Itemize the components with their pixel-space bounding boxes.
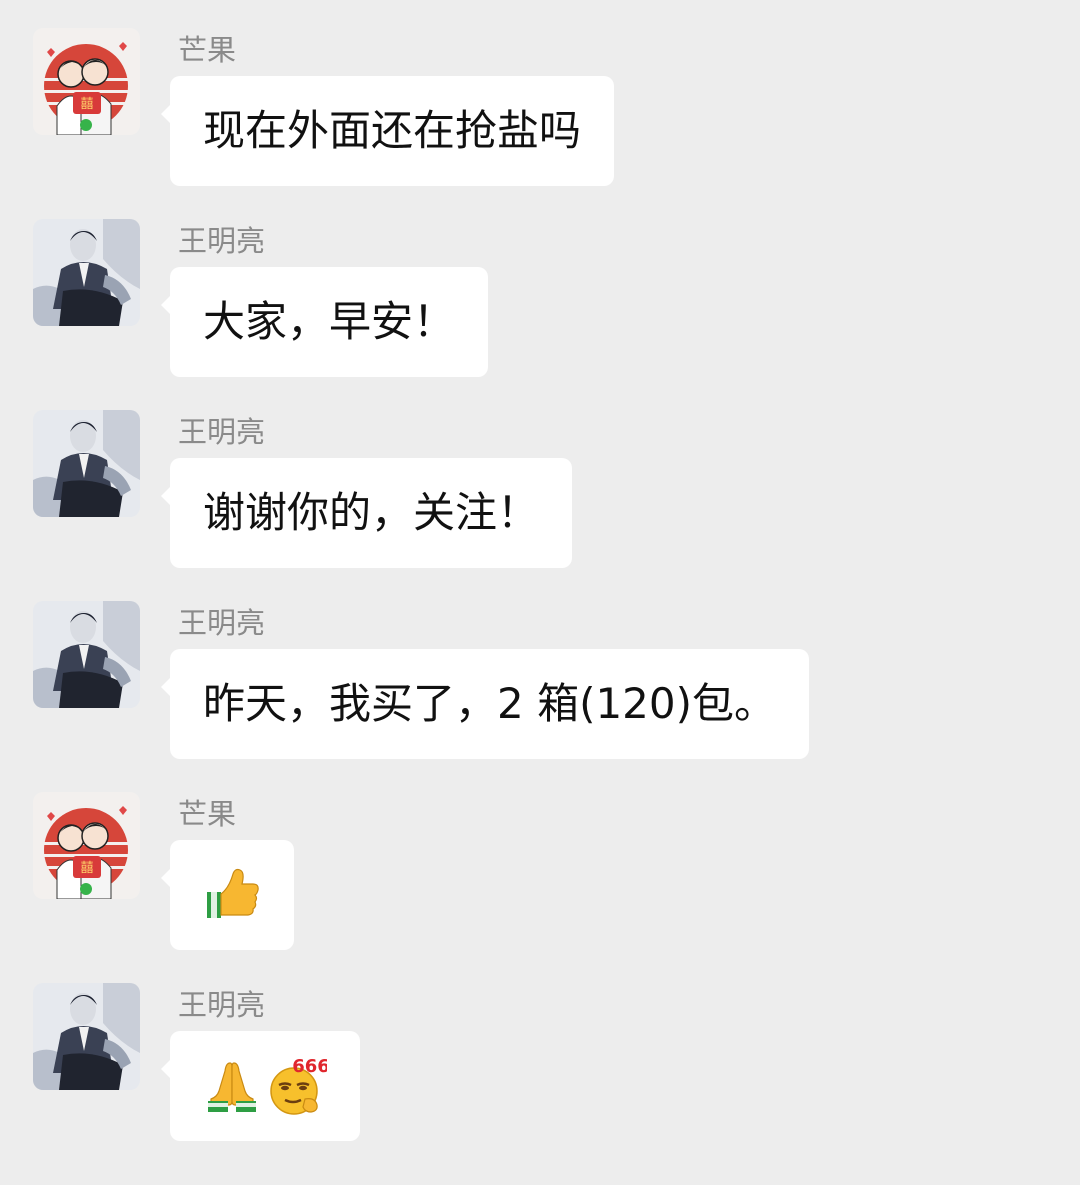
smirk-666-icon: 666	[265, 1055, 327, 1117]
message-bubble[interactable]: 现在外面还在抢盐吗	[160, 76, 615, 186]
message-bubble[interactable]: 昨天，我买了，2 箱(120)包。	[160, 649, 810, 759]
sender-name: 王明亮	[178, 606, 266, 640]
message-bubble[interactable]: 666	[161, 1031, 360, 1141]
message-row: 王明亮 666	[0, 983, 1080, 1163]
man-photo-avatar-icon[interactable]	[33, 601, 140, 708]
man-photo-avatar-icon[interactable]	[33, 410, 140, 517]
man-photo-avatar-icon[interactable]	[33, 219, 140, 326]
message-text: 现在外面还在抢盐吗	[203, 106, 582, 155]
svg-text:囍: 囍	[80, 861, 93, 876]
emoji-666-text: 666	[292, 1056, 327, 1077]
message-text: 大家，早安！	[203, 297, 456, 346]
sender-name: 王明亮	[178, 224, 266, 258]
sender-name: 王明亮	[178, 415, 266, 449]
praying-hands-icon	[203, 1057, 261, 1115]
chat-message-list[interactable]: 囍 芒果 现在外面还在抢盐吗 王明亮 大家，早安！ 王明亮 谢谢你的，关注！ 王…	[0, 0, 1080, 1185]
message-text: 昨天，我买了，2 箱(120)包。	[203, 679, 777, 728]
message-bubble[interactable]	[161, 840, 294, 950]
thumbs-up-icon	[203, 866, 261, 924]
man-photo-avatar-icon[interactable]	[33, 983, 140, 1090]
message-row: 王明亮 大家，早安！	[0, 219, 1080, 399]
couple-avatar-icon[interactable]: 囍	[33, 792, 140, 899]
couple-avatar-icon[interactable]: 囍	[33, 28, 140, 135]
message-bubble[interactable]: 谢谢你的，关注！	[160, 458, 573, 568]
message-row: 王明亮 谢谢你的，关注！	[0, 410, 1080, 590]
message-row: 囍 芒果 现在外面还在抢盐吗	[0, 28, 1080, 208]
sender-name: 芒果	[178, 797, 237, 831]
svg-text:囍: 囍	[80, 97, 93, 112]
message-row: 王明亮 昨天，我买了，2 箱(120)包。	[0, 601, 1080, 781]
message-text: 谢谢你的，关注！	[203, 488, 540, 537]
sender-name: 王明亮	[178, 988, 266, 1022]
sender-name: 芒果	[178, 33, 237, 67]
message-bubble[interactable]: 大家，早安！	[160, 267, 489, 377]
message-row: 囍 芒果	[0, 792, 1080, 972]
